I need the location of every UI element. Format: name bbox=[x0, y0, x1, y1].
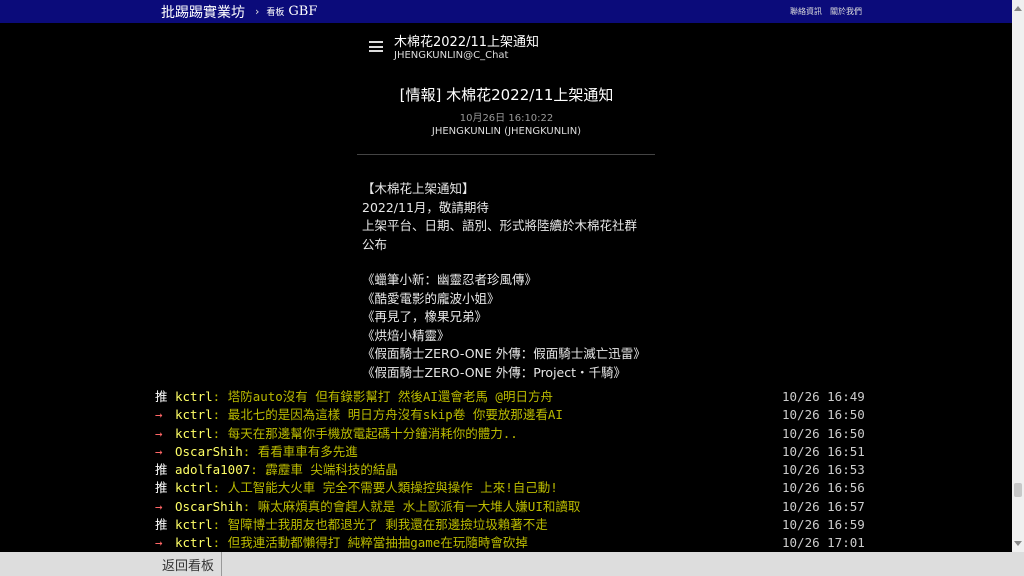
comment-tag: 推 bbox=[155, 462, 168, 478]
comment-tag: 推 bbox=[155, 389, 168, 404]
hamburger-menu-icon[interactable] bbox=[369, 41, 383, 52]
contact-link[interactable]: 聯絡資訊 bbox=[790, 6, 822, 17]
comment-user[interactable]: kctrl bbox=[175, 389, 213, 404]
scroll-up-arrow-icon[interactable] bbox=[1014, 6, 1022, 11]
comment-user[interactable]: kctrl bbox=[175, 480, 213, 495]
comment-row: → OscarShih: 嘛太麻煩真的會趕人就是 水上歐派有一大堆人嫌UI和讀取 1… bbox=[155, 498, 875, 516]
header-divider bbox=[357, 154, 655, 155]
comment-text: : 人工智能大火車 完全不需要人類操控與操作 上來!自己動! bbox=[212, 480, 558, 496]
comment-row: → kctrl: 最北七的是因為這樣 明日方舟沒有skip卷 你要放那邊看AI 10… bbox=[155, 406, 875, 424]
content-line: 2022/11月，敬請期待 bbox=[362, 199, 489, 215]
comment-text: : 最北七的是因為這樣 明日方舟沒有skip卷 你要放那邊看AI bbox=[212, 407, 563, 423]
comment-tag: 推 bbox=[155, 517, 168, 533]
comment-row: 推 kctrl: 塔防auto沒有 但有錄影幫打 然後AI還會老馬 @明日方舟 10… bbox=[155, 388, 875, 406]
comment-list: 推 kctrl: 塔防auto沒有 但有錄影幫打 然後AI還會老馬 @明日方舟 10… bbox=[155, 388, 875, 553]
content-line: 《蠟筆小新：幽靈忍者珍風傳》 bbox=[362, 272, 538, 287]
content-line: 《烘焙小精靈》 bbox=[362, 327, 450, 343]
content-line: 上架平台、日期、語別、形式將陸續於木棉花社群 bbox=[362, 218, 638, 233]
bottom-bar: 返回看板 bbox=[0, 552, 1024, 576]
comment-time: 10/26 17:01 bbox=[782, 535, 865, 551]
comment-time: 10/26 16:56 bbox=[782, 480, 865, 496]
comment-time: 10/26 16:59 bbox=[782, 517, 865, 533]
comment-text: : 霹靂車 尖端科技的結晶 bbox=[250, 462, 398, 478]
comment-time: 10/26 16:57 bbox=[782, 498, 865, 514]
comment-tag: 推 bbox=[155, 480, 168, 496]
comment-user[interactable]: OscarShih bbox=[175, 444, 243, 459]
comment-row: → kctrl: 每天在那邊幫你手機放電起碼十分鐘消耗你的體力.. 10/26 16… bbox=[155, 425, 875, 443]
comment-text: : 但我連活動都懶得打 純粹當抽抽game在玩隨時會砍掉 bbox=[212, 535, 528, 551]
comment-tag: → bbox=[155, 535, 163, 551]
comment-time: 10/26 16:50 bbox=[782, 425, 865, 441]
post-content: 【木棉花上架通知】 2022/11月，敬請期待 上架平台、日期、語別、形式將陸續… bbox=[362, 180, 662, 382]
comment-tag: → bbox=[155, 498, 163, 514]
comment-text: : 嘛太麻煩真的會趕人就是 水上歐派有一大堆人嫌UI和讀取 bbox=[242, 498, 581, 514]
comment-text: : 智障博士我朋友也都退光了 剩我還在那邊撿垃圾賴著不走 bbox=[212, 517, 548, 533]
comment-row: → OscarShih: 看看車車有多先進 10/26 16:51 bbox=[155, 443, 875, 461]
comment-text: : 塔防auto沒有 但有錄影幫打 然後AI還會老馬 @明日方舟 bbox=[212, 389, 553, 404]
comment-row: → kctrl: 但我連活動都懶得打 純粹當抽抽game在玩隨時會砍掉 10/26 … bbox=[155, 534, 875, 552]
header-subtitle: JHENGKUNLIN@C_Chat bbox=[394, 50, 509, 61]
top-navigation-bar: 批踢踢實業坊 › 看板 GBF 聯絡資訊 關於我們 bbox=[0, 0, 1012, 23]
scroll-down-arrow-icon[interactable] bbox=[1014, 541, 1022, 546]
comment-tag: → bbox=[155, 407, 163, 423]
comment-row: 推 kctrl: 智障博士我朋友也都退光了 剩我還在那邊撿垃圾賴著不走 10/26 … bbox=[155, 516, 875, 534]
comment-user[interactable]: OscarShih bbox=[175, 499, 243, 514]
board-name-link[interactable]: GBF bbox=[288, 4, 317, 19]
content-line: 【木棉花上架通知】 bbox=[362, 181, 475, 196]
comment-user[interactable]: kctrl bbox=[175, 517, 213, 532]
post-author: JHENGKUNLIN (JHENGKUNLIN) bbox=[431, 126, 582, 137]
comment-time: 10/26 16:51 bbox=[782, 443, 865, 459]
comment-tag: → bbox=[155, 425, 163, 441]
content-line: 《再見了，橡果兄弟》 bbox=[362, 309, 488, 324]
comment-text: : 看看車車有多先進 bbox=[242, 443, 358, 459]
scrollbar-thumb[interactable] bbox=[1014, 483, 1022, 497]
board-label: 看板 bbox=[266, 8, 285, 18]
content-line: 《假面騎士ZERO-ONE 外傳：Project・千騎》 bbox=[362, 364, 627, 380]
comment-user[interactable]: kctrl bbox=[175, 407, 213, 422]
page-scrollbar[interactable] bbox=[1012, 0, 1024, 552]
comment-row: 推 kctrl: 人工智能大火車 完全不需要人類操控與操作 上來!自己動! 10/2… bbox=[155, 479, 875, 497]
comment-user[interactable]: kctrl bbox=[175, 426, 213, 441]
top-links: 聯絡資訊 關於我們 bbox=[790, 6, 862, 17]
content-line: 公布 bbox=[362, 236, 388, 252]
comment-time: 10/26 16:50 bbox=[782, 407, 865, 423]
content-line: 《酷愛電影的龐波小姐》 bbox=[362, 290, 500, 306]
comment-user[interactable]: kctrl bbox=[175, 535, 213, 550]
comment-time: 10/26 16:53 bbox=[782, 462, 865, 478]
about-link[interactable]: 關於我們 bbox=[830, 6, 862, 17]
post-title: [情報] 木棉花2022/11上架通知 bbox=[399, 86, 614, 104]
site-brand-link[interactable]: 批踢踢實業坊 bbox=[161, 2, 245, 22]
post-time: 10月26日 16:10:22 bbox=[459, 113, 554, 124]
comment-tag: → bbox=[155, 443, 163, 459]
comment-user[interactable]: adolfa1007 bbox=[175, 462, 250, 477]
content-line: 《假面騎士ZERO-ONE 外傳：假面騎士滅亡迅雷》 bbox=[362, 346, 646, 361]
breadcrumb-chevron-icon: › bbox=[255, 5, 260, 18]
comment-row: 推 adolfa1007: 霹靂車 尖端科技的結晶 10/26 16:53 bbox=[155, 461, 875, 479]
comment-time: 10/26 16:49 bbox=[782, 389, 865, 404]
header-title: 木棉花2022/11上架通知 bbox=[394, 35, 540, 50]
comment-text: : 每天在那邊幫你手機放電起碼十分鐘消耗你的體力.. bbox=[212, 425, 518, 441]
back-to-board-button[interactable]: 返回看板 bbox=[155, 552, 222, 576]
